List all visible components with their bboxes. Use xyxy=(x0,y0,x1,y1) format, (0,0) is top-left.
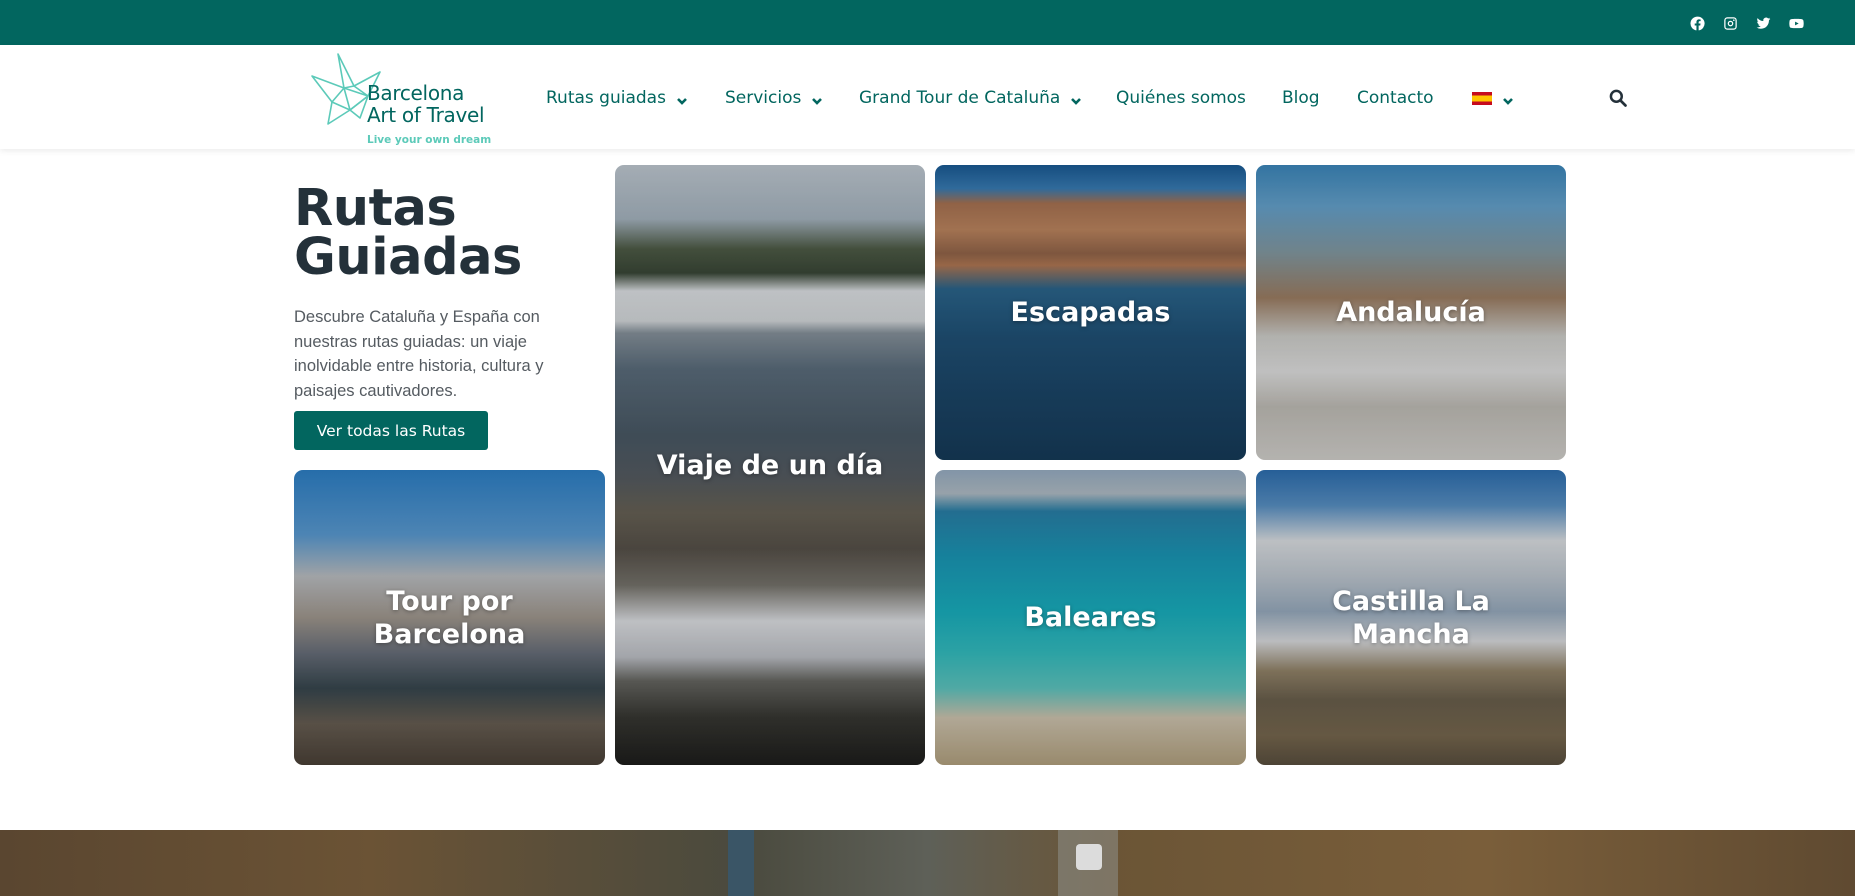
top-social-bar xyxy=(0,0,1855,45)
es-flag-icon xyxy=(1472,91,1492,105)
nav-item-quienes-somos[interactable]: Quiénes somos xyxy=(1116,85,1246,111)
nav-label: Quiénes somos xyxy=(1116,88,1246,108)
nav-item-contacto[interactable]: Contacto xyxy=(1357,85,1434,111)
chevron-down-icon xyxy=(676,92,688,105)
card-title: Escapadas xyxy=(1010,297,1171,328)
card-tour-por-barcelona[interactable]: Tour por Barcelona xyxy=(294,470,605,765)
card-title: Castilla La Mancha xyxy=(1332,585,1490,650)
search-icon[interactable] xyxy=(1605,85,1631,111)
twitter-icon[interactable] xyxy=(1752,12,1774,34)
card-title: Andalucía xyxy=(1336,297,1486,328)
banner-image-detail xyxy=(1076,844,1102,870)
next-section-banner xyxy=(0,830,1855,896)
hero-description: Descubre Cataluña y España con nuestras … xyxy=(294,308,544,400)
card-andalucia[interactable]: Andalucía xyxy=(1256,165,1566,460)
nav-label: Servicios xyxy=(725,88,802,108)
instagram-icon[interactable] xyxy=(1719,12,1741,34)
title-line: Guiadas xyxy=(294,228,522,287)
nav-label: Rutas guiadas xyxy=(546,88,666,108)
main-header: Barcelona Art of Travel Live your own dr… xyxy=(0,45,1855,149)
nav-label: Contacto xyxy=(1357,88,1434,108)
banner-image-detail xyxy=(728,830,754,896)
card-baleares[interactable]: Baleares xyxy=(935,470,1246,765)
site-logo[interactable]: Barcelona Art of Travel Live your own dr… xyxy=(310,52,491,146)
logo-tagline: Live your own dream xyxy=(367,134,492,146)
nav-label: Grand Tour de Cataluña xyxy=(859,88,1061,108)
card-castilla-la-mancha[interactable]: Castilla La Mancha xyxy=(1256,470,1566,765)
nav-label: Blog xyxy=(1282,88,1320,108)
logo-text-line1: Barcelona xyxy=(367,81,465,105)
view-all-routes-button[interactable]: Ver todas las Rutas xyxy=(294,411,488,450)
youtube-icon[interactable] xyxy=(1785,12,1807,34)
facebook-icon[interactable] xyxy=(1686,12,1708,34)
card-escapadas[interactable]: Escapadas xyxy=(935,165,1246,460)
card-title: Baleares xyxy=(1024,602,1157,633)
card-viaje-de-un-dia[interactable]: Viaje de un día xyxy=(615,165,925,765)
card-title: Tour por Barcelona xyxy=(373,585,526,650)
nav-item-blog[interactable]: Blog xyxy=(1282,85,1320,111)
nav-item-grand-tour[interactable]: Grand Tour de Cataluña xyxy=(859,85,1082,111)
card-title: Viaje de un día xyxy=(656,449,884,481)
title-line: Rutas xyxy=(294,179,457,238)
nav-item-rutas-guiadas[interactable]: Rutas guiadas xyxy=(546,85,688,111)
language-selector[interactable] xyxy=(1472,85,1514,111)
chevron-down-icon xyxy=(1502,92,1514,105)
chevron-down-icon xyxy=(811,92,823,105)
nav-item-servicios[interactable]: Servicios xyxy=(725,85,823,111)
page-title: Rutas Guiadas xyxy=(294,179,594,287)
chevron-down-icon xyxy=(1070,92,1082,105)
logo-text-line2: Art of Travel xyxy=(367,103,485,127)
